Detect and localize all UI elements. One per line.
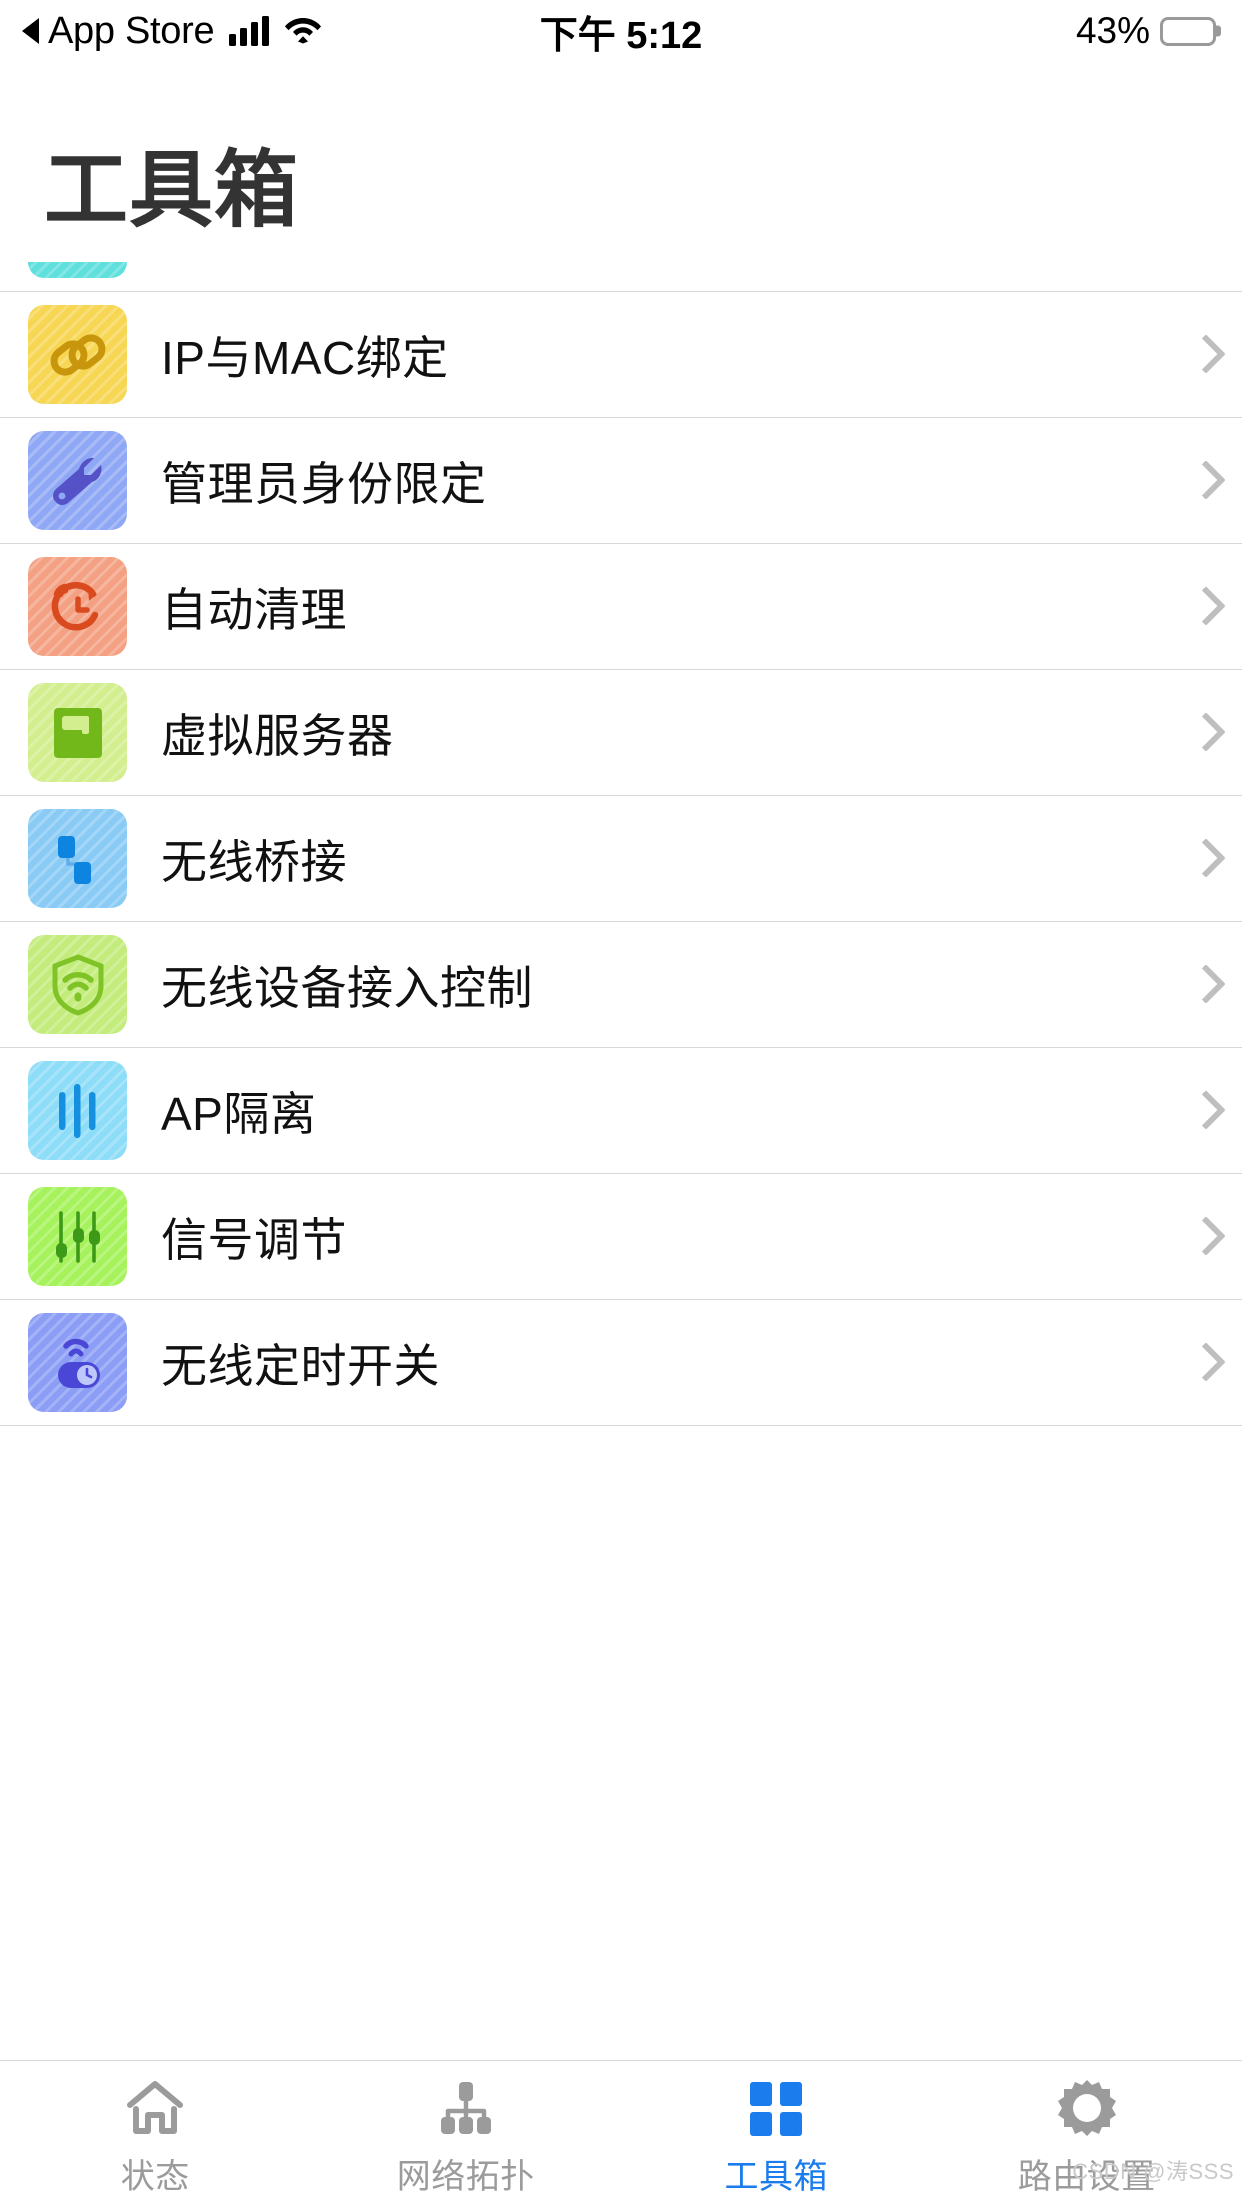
tab-network-topology[interactable]: 网络拓扑: [311, 2077, 622, 2198]
watermark: CSDN @涛SSS: [1072, 2159, 1234, 2184]
toolbox-list: IP与MAC绑定 管理员身份限定 自动清理 虚拟服务器 无线桥接 无线设备接入控…: [0, 262, 1242, 1426]
battery-percent-label: 43%: [1075, 10, 1150, 51]
server-icon: [28, 683, 127, 782]
status-bar: App Store 下午 5:12 43%: [0, 0, 1242, 62]
list-item-label: 自动清理: [161, 583, 347, 636]
list-item-label: IP与MAC绑定: [161, 331, 449, 384]
cellular-signal-icon: [229, 16, 270, 46]
clock-refresh-icon: [28, 557, 127, 656]
toolbox-list-scroll[interactable]: IP与MAC绑定 管理员身份限定 自动清理 虚拟服务器 无线桥接 无线设备接入控…: [0, 262, 1242, 2060]
list-item-label: 无线桥接: [161, 835, 347, 888]
list-item-label: 管理员身份限定: [161, 457, 487, 510]
tab-label: 工具箱: [724, 2158, 828, 2196]
status-bar-back-label[interactable]: App Store: [48, 10, 215, 53]
turquoise-partial-icon: [28, 262, 127, 278]
gear-icon: [1057, 2077, 1117, 2139]
wifi-icon: [284, 14, 322, 49]
list-item-admin-restriction[interactable]: 管理员身份限定: [0, 418, 1242, 544]
tab-toolbox[interactable]: 工具箱: [621, 2077, 932, 2198]
chevron-right-icon: [1190, 1214, 1216, 1260]
chevron-right-icon: [1190, 836, 1216, 882]
network-topology-icon: [436, 2077, 496, 2139]
list-item-wireless-access-control[interactable]: 无线设备接入控制: [0, 922, 1242, 1048]
shield-wifi-icon: [28, 935, 127, 1034]
bridge-nodes-icon: [28, 809, 127, 908]
wifi-timer-switch-icon: [28, 1313, 127, 1412]
home-icon: [125, 2077, 185, 2139]
bottom-tab-bar: 状态 网络拓扑 工具箱 路由设置 CSDN @涛SSS: [0, 2060, 1242, 2208]
list-item-ap-isolation[interactable]: AP隔离: [0, 1048, 1242, 1174]
list-item-label: 虚拟服务器: [161, 709, 394, 762]
chain-link-icon: [28, 305, 127, 404]
list-item-signal-adjust[interactable]: 信号调节: [0, 1174, 1242, 1300]
bars-isolation-icon: [28, 1061, 127, 1160]
chevron-right-icon: [1190, 962, 1216, 1008]
grid-toolbox-icon: [747, 2077, 805, 2139]
list-item-virtual-server[interactable]: 虚拟服务器: [0, 670, 1242, 796]
status-bar-right: 43%: [1076, 10, 1216, 52]
list-item-ip-mac-binding[interactable]: IP与MAC绑定: [0, 292, 1242, 418]
chevron-right-icon: [1190, 458, 1216, 504]
tab-label: 状态: [120, 2158, 190, 2196]
wrench-icon: [28, 431, 127, 530]
list-item-partial[interactable]: [0, 262, 1242, 292]
sliders-icon: [28, 1187, 127, 1286]
chevron-right-icon: [1190, 332, 1216, 378]
chevron-right-icon: [1190, 1340, 1216, 1386]
list-item-label: AP隔离: [161, 1087, 317, 1140]
chevron-right-icon: [1190, 584, 1216, 630]
tab-label: 网络拓扑: [396, 2158, 535, 2196]
list-item-label: 无线设备接入控制: [161, 961, 533, 1014]
chevron-right-icon: [1190, 1088, 1216, 1134]
status-bar-left[interactable]: App Store: [22, 10, 322, 53]
page-header: 工具箱: [0, 62, 1242, 262]
chevron-right-icon: [1190, 710, 1216, 756]
list-item-auto-clean[interactable]: 自动清理: [0, 544, 1242, 670]
battery-icon: [1160, 16, 1216, 46]
list-item-label: 信号调节: [161, 1213, 347, 1266]
list-item-wireless-bridge[interactable]: 无线桥接: [0, 796, 1242, 922]
list-item-wireless-timer-switch[interactable]: 无线定时开关: [0, 1300, 1242, 1426]
back-triangle-icon[interactable]: [22, 18, 39, 44]
tab-status[interactable]: 状态: [0, 2077, 311, 2198]
list-item-label: 无线定时开关: [161, 1339, 440, 1392]
page-title: 工具箱: [44, 143, 300, 237]
